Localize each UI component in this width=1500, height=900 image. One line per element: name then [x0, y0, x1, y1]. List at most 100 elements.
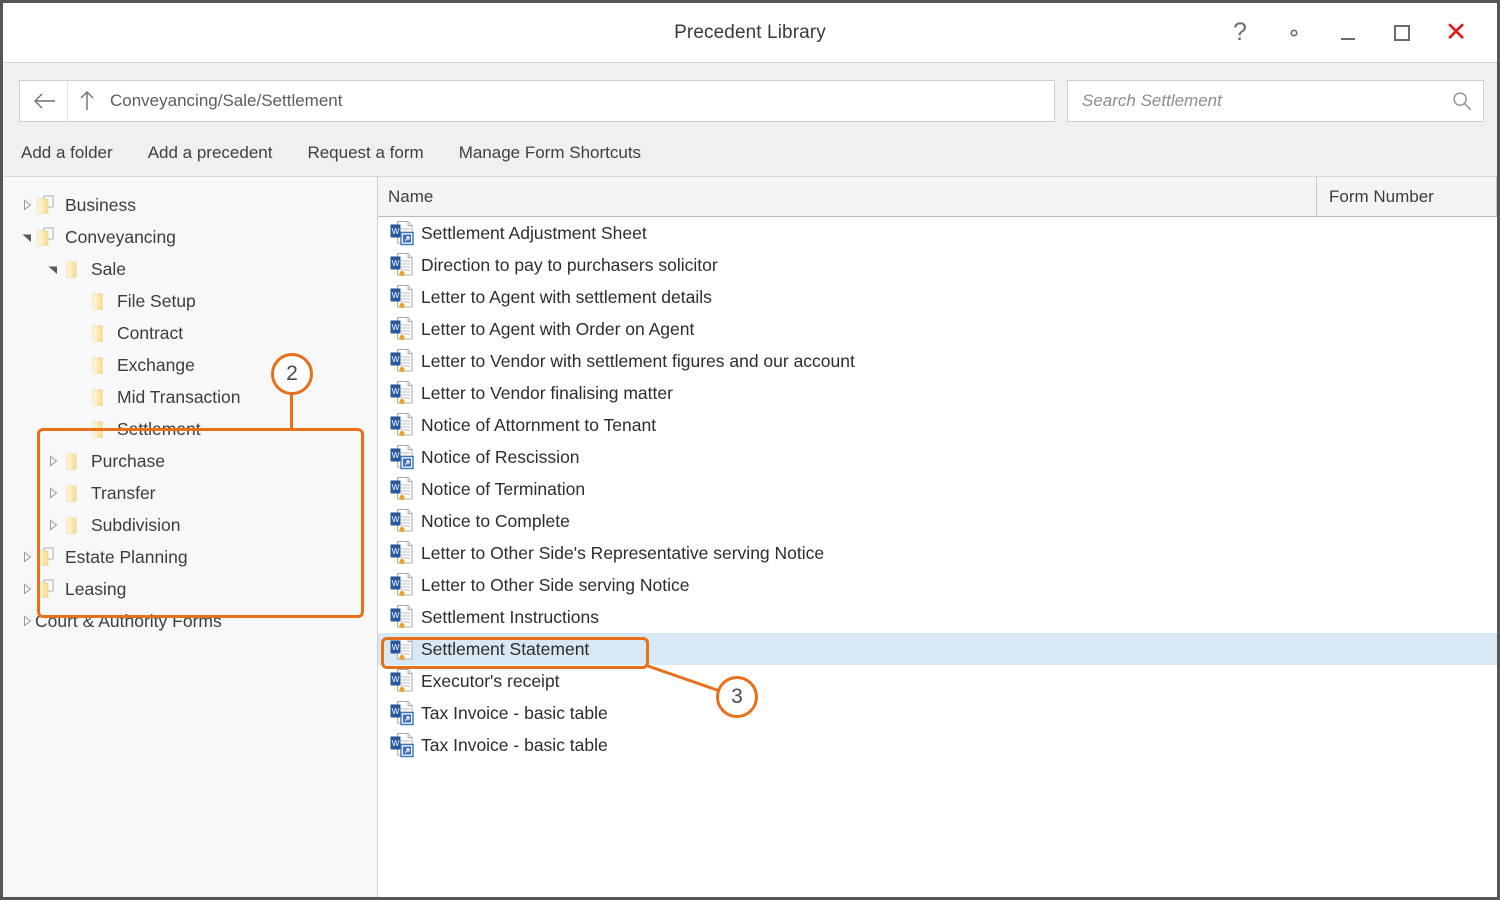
table-row[interactable]: W Settlement Statement — [378, 633, 1497, 665]
word-shortcut-icon: W — [389, 732, 417, 758]
folder-icon — [87, 291, 109, 311]
svg-text:W: W — [392, 451, 400, 460]
help-icon[interactable]: ? — [1213, 11, 1267, 55]
tree-item-contract[interactable]: Contract — [3, 317, 377, 349]
table-row[interactable]: W Notice of Termination — [378, 473, 1497, 505]
tree-item-business[interactable]: Business — [3, 189, 377, 221]
precedent-name: Notice to Complete — [421, 510, 570, 531]
tree-item-file-setup[interactable]: File Setup — [3, 285, 377, 317]
chevron-down-icon[interactable] — [45, 261, 61, 277]
tree-item-exchange[interactable]: Exchange — [3, 349, 377, 381]
word-precedent-icon: W — [389, 668, 417, 694]
tree-item-court-authority-forms[interactable]: Court & Authority Forms — [3, 605, 377, 637]
chevron-right-icon[interactable] — [45, 517, 61, 533]
table-row[interactable]: W Letter to Vendor with settlement figure… — [378, 345, 1497, 377]
folder-document-icon — [35, 227, 57, 247]
window-controls: ? ✕ — [1213, 3, 1483, 62]
svg-text:W: W — [392, 323, 400, 332]
precedent-name: Notice of Attornment to Tenant — [421, 414, 657, 435]
table-row[interactable]: W Direction to pay to purchasers solicito… — [378, 249, 1497, 281]
folder-icon — [61, 483, 83, 503]
svg-text:W: W — [392, 707, 400, 716]
toolbar-item-manage-form-shortcuts[interactable]: Manage Form Shortcuts — [459, 143, 641, 163]
word-precedent-icon: W — [389, 476, 417, 502]
table-row[interactable]: W Settlement Instructions — [378, 601, 1497, 633]
table-row[interactable]: W Executor's receipt — [378, 665, 1497, 697]
svg-text:W: W — [392, 419, 400, 428]
tree-item-label: Sale — [91, 258, 127, 279]
precedent-name: Letter to Other Side's Representative se… — [421, 542, 825, 563]
tree-item-purchase[interactable]: Purchase — [3, 445, 377, 477]
chevron-placeholder — [71, 357, 87, 373]
svg-text:W: W — [392, 355, 400, 364]
table-row[interactable]: W Notice to Complete — [378, 505, 1497, 537]
folder-icon — [61, 515, 83, 535]
precedent-name: Settlement Instructions — [421, 606, 599, 627]
column-header-name[interactable]: Name — [378, 177, 1317, 217]
close-icon[interactable]: ✕ — [1429, 11, 1483, 55]
precedent-name: Tax Invoice - basic table — [421, 702, 608, 723]
chevron-right-icon[interactable] — [19, 549, 35, 565]
chevron-right-icon[interactable] — [45, 453, 61, 469]
search-icon[interactable] — [1441, 90, 1483, 112]
tree-item-transfer[interactable]: Transfer — [3, 477, 377, 509]
tree-item-sale[interactable]: Sale — [3, 253, 377, 285]
column-header-form-number[interactable]: Form Number — [1317, 177, 1497, 217]
toolbar-item-request-a-form[interactable]: Request a form — [307, 143, 423, 163]
table-row[interactable]: W Letter to Agent with Order on Agent — [378, 313, 1497, 345]
tree-item-label: Purchase — [91, 450, 165, 471]
tree-item-conveyancing[interactable]: Conveyancing — [3, 221, 377, 253]
chevron-right-icon[interactable] — [45, 485, 61, 501]
word-shortcut-icon: W — [389, 700, 417, 726]
tree-item-label: Business — [65, 194, 137, 215]
tree-item-label: Subdivision — [91, 514, 181, 535]
tree-item-label: Settlement — [117, 418, 201, 439]
tree-item-subdivision[interactable]: Subdivision — [3, 509, 377, 541]
back-arrow-icon[interactable] — [20, 81, 68, 121]
title-bar: Precedent Library ? ✕ — [3, 3, 1497, 63]
folder-icon — [61, 451, 83, 471]
command-toolbar: Add a folder Add a precedent Request a for… — [3, 130, 1497, 177]
tree-item-mid-transaction[interactable]: Mid Transaction — [3, 381, 377, 413]
precedent-name: Executor's receipt — [421, 670, 560, 691]
chevron-right-icon[interactable] — [19, 197, 35, 213]
tree-item-estate-planning[interactable]: Estate Planning — [3, 541, 377, 573]
tree-item-settlement[interactable]: Settlement — [3, 413, 377, 445]
table-row[interactable]: W Letter to Other Side serving Notice — [378, 569, 1497, 601]
search-input[interactable] — [1068, 90, 1441, 112]
table-row[interactable]: W Notice of Attornment to Tenant — [378, 409, 1497, 441]
svg-text:W: W — [392, 227, 400, 236]
precedent-name: Letter to Vendor with settlement figures… — [421, 350, 855, 371]
gear-icon[interactable] — [1267, 11, 1321, 55]
chevron-placeholder — [71, 389, 87, 405]
svg-text:W: W — [392, 259, 400, 268]
up-arrow-icon[interactable] — [68, 81, 106, 121]
path-text[interactable]: Conveyancing/Sale/Settlement — [106, 81, 342, 121]
chevron-right-icon[interactable] — [19, 613, 35, 629]
tree-item-label: File Setup — [117, 290, 196, 311]
table-row[interactable]: W Notice of Rescission — [378, 441, 1497, 473]
table-row[interactable]: W Tax Invoice - basic table — [378, 729, 1497, 761]
precedent-name: Letter to Vendor finalising matter — [421, 382, 673, 403]
table-row[interactable]: W Letter to Agent with settlement details — [378, 281, 1497, 313]
tree-item-leasing[interactable]: Leasing — [3, 573, 377, 605]
tree-item-label: Estate Planning — [65, 546, 188, 567]
table-row[interactable]: W Settlement Adjustment Sheet — [378, 217, 1497, 249]
folder-document-icon — [35, 547, 57, 567]
toolbar-item-add-a-precedent[interactable]: Add a precedent — [148, 143, 273, 163]
table-row[interactable]: W Letter to Vendor finalising matter — [378, 377, 1497, 409]
maximize-icon[interactable] — [1375, 11, 1429, 55]
svg-text:W: W — [392, 483, 400, 492]
main-body: Business Conveyancing Sale File Setup Contra… — [3, 177, 1497, 897]
chevron-down-icon[interactable] — [19, 229, 35, 245]
folder-icon — [87, 419, 109, 439]
toolbar-item-add-a-folder[interactable]: Add a folder — [21, 143, 113, 163]
minimize-icon[interactable] — [1321, 11, 1375, 55]
folder-document-icon — [35, 195, 57, 215]
table-row[interactable]: W Tax Invoice - basic table — [378, 697, 1497, 729]
precedent-name: Notice of Rescission — [421, 446, 580, 467]
chevron-right-icon[interactable] — [19, 581, 35, 597]
precedent-name: Settlement Adjustment Sheet — [421, 222, 647, 243]
table-row[interactable]: W Letter to Other Side's Representative s… — [378, 537, 1497, 569]
word-precedent-icon: W — [389, 284, 417, 310]
